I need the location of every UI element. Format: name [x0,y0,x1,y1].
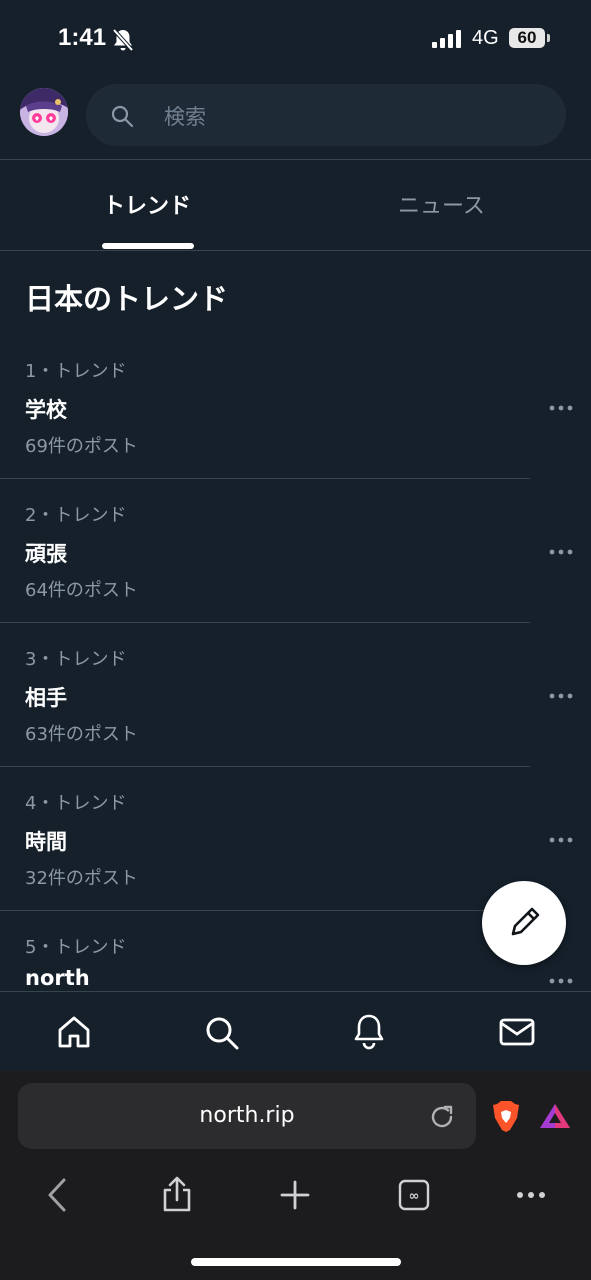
trend-count: 63件のポスト [25,724,138,745]
search-input[interactable]: 検索 [164,101,206,131]
trend-meta: 5・トレンド [25,937,127,958]
bottom-nav [0,991,591,1072]
trend-name[interactable]: 学校 [25,394,67,424]
svg-text:∞: ∞ [409,1189,420,1204]
search-icon[interactable] [203,1014,241,1052]
home-icon[interactable] [56,1014,92,1050]
trend-meta: 2・トレンド [25,505,127,526]
tabs-icon[interactable]: ∞ [398,1179,430,1211]
status-time: 1:41 [58,24,107,51]
section-title: 日本のトレンド [25,282,229,316]
trend-name[interactable]: 時間 [25,826,67,856]
more-options-icon[interactable] [548,548,574,556]
pencil-icon [511,907,540,936]
address-bar-url[interactable]: north.rip [0,1103,494,1128]
brave-shields-icon[interactable] [492,1100,520,1134]
battery-icon: 60 [509,28,545,48]
row-divider [0,622,530,623]
header-divider [0,159,591,160]
brave-rewards-icon[interactable] [538,1102,572,1130]
battery-tip [547,34,550,42]
tab-trends[interactable]: トレンド [103,188,191,220]
compose-button[interactable] [482,881,566,965]
trend-name[interactable]: 相手 [25,682,67,712]
share-icon[interactable] [160,1174,194,1214]
back-icon[interactable] [44,1176,72,1214]
search-bar[interactable] [86,84,566,146]
bell-icon[interactable] [352,1012,386,1050]
more-options-icon[interactable] [548,692,574,700]
trend-name[interactable]: 頑張 [25,538,67,568]
tab-active-indicator [102,243,194,249]
row-divider [0,478,530,479]
trend-count: 69件のポスト [25,436,138,457]
browser-menu-icon[interactable] [516,1190,546,1200]
more-options-icon[interactable] [548,404,574,412]
trend-meta: 3・トレンド [25,649,127,670]
cell-signal-icon [432,30,461,48]
trend-count: 64件のポスト [25,580,138,601]
bell-off-icon [112,28,134,52]
reload-icon[interactable] [428,1103,456,1131]
avatar[interactable] [20,88,68,136]
more-options-icon[interactable] [548,836,574,844]
new-tab-icon[interactable] [280,1180,310,1210]
trend-count: 32件のポスト [25,868,138,889]
search-icon [111,105,134,128]
tab-news[interactable]: ニュース [398,188,485,220]
trend-meta: 1・トレンド [25,361,127,382]
row-divider [0,910,530,911]
home-indicator[interactable] [191,1258,401,1266]
trend-name[interactable]: north [25,966,90,990]
avatar-image [20,88,68,136]
tabs-divider [0,250,591,251]
trend-meta: 4・トレンド [25,793,127,814]
more-options-icon[interactable] [548,977,574,985]
network-type: 4G [472,27,499,49]
row-divider [0,766,530,767]
mail-icon[interactable] [498,1016,536,1048]
